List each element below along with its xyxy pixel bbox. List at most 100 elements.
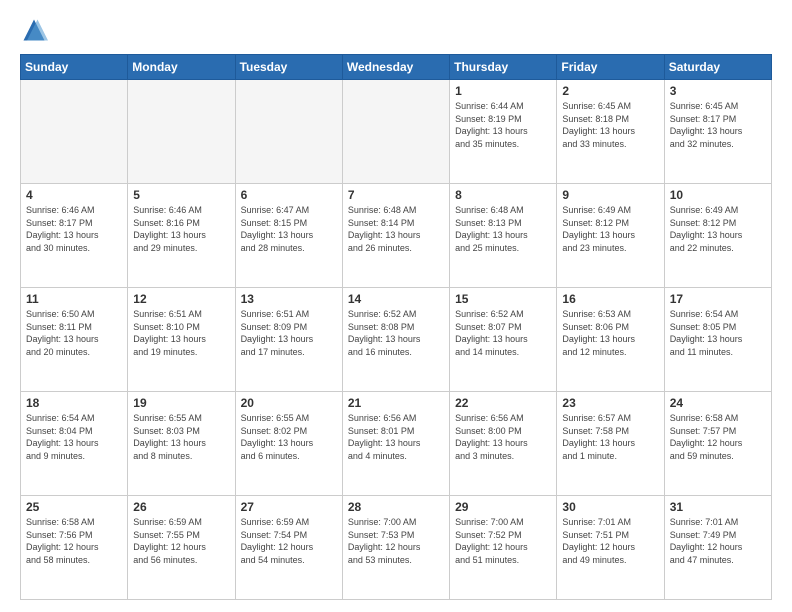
day-cell <box>21 80 128 184</box>
day-info: Sunrise: 6:52 AM Sunset: 8:08 PM Dayligh… <box>348 308 444 358</box>
day-number: 13 <box>241 292 337 306</box>
day-cell: 27 Sunrise: 6:59 AM Sunset: 7:54 PM Dayli… <box>235 496 342 600</box>
day-info: Sunrise: 6:55 AM Sunset: 8:03 PM Dayligh… <box>133 412 229 462</box>
day-number: 18 <box>26 396 122 410</box>
day-info: Sunrise: 6:51 AM Sunset: 8:09 PM Dayligh… <box>241 308 337 358</box>
day-header-sunday: Sunday <box>21 55 128 80</box>
day-info: Sunrise: 7:01 AM Sunset: 7:49 PM Dayligh… <box>670 516 766 566</box>
day-number: 9 <box>562 188 658 202</box>
day-cell: 1 Sunrise: 6:44 AM Sunset: 8:19 PM Daylig… <box>450 80 557 184</box>
calendar-body: 1 Sunrise: 6:44 AM Sunset: 8:19 PM Daylig… <box>21 80 772 600</box>
day-cell: 6Sunrise: 6:47 AM Sunset: 8:15 PM Daylig… <box>235 184 342 288</box>
header <box>20 16 772 44</box>
day-cell: 29Sunrise: 7:00 AM Sunset: 7:52 PM Dayli… <box>450 496 557 600</box>
week-row-5: 25 Sunrise: 6:58 AM Sunset: 7:56 PM Dayli… <box>21 496 772 600</box>
day-info: Sunrise: 6:54 AM Sunset: 8:05 PM Dayligh… <box>670 308 766 358</box>
day-info: Sunrise: 6:45 AM Sunset: 8:18 PM Dayligh… <box>562 100 658 150</box>
day-cell: 16 Sunrise: 6:53 AM Sunset: 8:06 PM Dayli… <box>557 288 664 392</box>
logo-icon <box>20 16 48 44</box>
day-cell: 18 Sunrise: 6:54 AM Sunset: 8:04 PM Dayli… <box>21 392 128 496</box>
day-cell: 23Sunrise: 6:57 AM Sunset: 7:58 PM Dayli… <box>557 392 664 496</box>
day-number: 4 <box>26 188 122 202</box>
day-info: Sunrise: 6:50 AM Sunset: 8:11 PM Dayligh… <box>26 308 122 358</box>
day-number: 7 <box>348 188 444 202</box>
day-cell: 21Sunrise: 6:56 AM Sunset: 8:01 PM Dayli… <box>342 392 449 496</box>
day-number: 12 <box>133 292 229 306</box>
day-number: 11 <box>26 292 122 306</box>
day-number: 22 <box>455 396 551 410</box>
day-number: 25 <box>26 500 122 514</box>
day-cell: 14 Sunrise: 6:52 AM Sunset: 8:08 PM Dayli… <box>342 288 449 392</box>
day-number: 3 <box>670 84 766 98</box>
day-cell: 15Sunrise: 6:52 AM Sunset: 8:07 PM Dayli… <box>450 288 557 392</box>
day-info: Sunrise: 6:58 AM Sunset: 7:56 PM Dayligh… <box>26 516 122 566</box>
day-number: 2 <box>562 84 658 98</box>
day-number: 20 <box>241 396 337 410</box>
day-cell: 3 Sunrise: 6:45 AM Sunset: 8:17 PM Daylig… <box>664 80 771 184</box>
day-number: 19 <box>133 396 229 410</box>
day-cell: 9 Sunrise: 6:49 AM Sunset: 8:12 PM Daylig… <box>557 184 664 288</box>
logo <box>20 16 52 44</box>
day-cell: 8Sunrise: 6:48 AM Sunset: 8:13 PM Daylig… <box>450 184 557 288</box>
week-row-3: 11 Sunrise: 6:50 AM Sunset: 8:11 PM Dayli… <box>21 288 772 392</box>
day-info: Sunrise: 7:00 AM Sunset: 7:52 PM Dayligh… <box>455 516 551 566</box>
day-info: Sunrise: 6:44 AM Sunset: 8:19 PM Dayligh… <box>455 100 551 150</box>
day-cell: 7 Sunrise: 6:48 AM Sunset: 8:14 PM Daylig… <box>342 184 449 288</box>
day-number: 24 <box>670 396 766 410</box>
week-row-4: 18 Sunrise: 6:54 AM Sunset: 8:04 PM Dayli… <box>21 392 772 496</box>
day-number: 6 <box>241 188 337 202</box>
day-number: 10 <box>670 188 766 202</box>
day-number: 27 <box>241 500 337 514</box>
day-info: Sunrise: 6:52 AM Sunset: 8:07 PM Dayligh… <box>455 308 551 358</box>
day-cell: 12 Sunrise: 6:51 AM Sunset: 8:10 PM Dayli… <box>128 288 235 392</box>
day-number: 31 <box>670 500 766 514</box>
day-number: 14 <box>348 292 444 306</box>
day-number: 5 <box>133 188 229 202</box>
day-info: Sunrise: 6:56 AM Sunset: 8:01 PM Dayligh… <box>348 412 444 462</box>
day-info: Sunrise: 6:54 AM Sunset: 8:04 PM Dayligh… <box>26 412 122 462</box>
day-cell: 11 Sunrise: 6:50 AM Sunset: 8:11 PM Dayli… <box>21 288 128 392</box>
day-cell: 19 Sunrise: 6:55 AM Sunset: 8:03 PM Dayli… <box>128 392 235 496</box>
day-number: 16 <box>562 292 658 306</box>
week-row-1: 1 Sunrise: 6:44 AM Sunset: 8:19 PM Daylig… <box>21 80 772 184</box>
day-number: 28 <box>348 500 444 514</box>
day-header-monday: Monday <box>128 55 235 80</box>
day-cell <box>235 80 342 184</box>
day-cell: 4 Sunrise: 6:46 AM Sunset: 8:17 PM Daylig… <box>21 184 128 288</box>
day-info: Sunrise: 6:55 AM Sunset: 8:02 PM Dayligh… <box>241 412 337 462</box>
calendar-table: SundayMondayTuesdayWednesdayThursdayFrid… <box>20 54 772 600</box>
day-number: 23 <box>562 396 658 410</box>
day-info: Sunrise: 6:58 AM Sunset: 7:57 PM Dayligh… <box>670 412 766 462</box>
week-row-2: 4 Sunrise: 6:46 AM Sunset: 8:17 PM Daylig… <box>21 184 772 288</box>
day-info: Sunrise: 6:53 AM Sunset: 8:06 PM Dayligh… <box>562 308 658 358</box>
day-info: Sunrise: 6:59 AM Sunset: 7:55 PM Dayligh… <box>133 516 229 566</box>
day-header-saturday: Saturday <box>664 55 771 80</box>
day-header-thursday: Thursday <box>450 55 557 80</box>
day-number: 26 <box>133 500 229 514</box>
day-info: Sunrise: 6:49 AM Sunset: 8:12 PM Dayligh… <box>670 204 766 254</box>
day-cell: 30Sunrise: 7:01 AM Sunset: 7:51 PM Dayli… <box>557 496 664 600</box>
day-info: Sunrise: 6:59 AM Sunset: 7:54 PM Dayligh… <box>241 516 337 566</box>
day-cell: 26 Sunrise: 6:59 AM Sunset: 7:55 PM Dayli… <box>128 496 235 600</box>
day-cell: 20 Sunrise: 6:55 AM Sunset: 8:02 PM Dayli… <box>235 392 342 496</box>
day-info: Sunrise: 6:51 AM Sunset: 8:10 PM Dayligh… <box>133 308 229 358</box>
header-row: SundayMondayTuesdayWednesdayThursdayFrid… <box>21 55 772 80</box>
day-info: Sunrise: 7:00 AM Sunset: 7:53 PM Dayligh… <box>348 516 444 566</box>
day-info: Sunrise: 6:46 AM Sunset: 8:17 PM Dayligh… <box>26 204 122 254</box>
day-info: Sunrise: 6:46 AM Sunset: 8:16 PM Dayligh… <box>133 204 229 254</box>
day-info: Sunrise: 6:45 AM Sunset: 8:17 PM Dayligh… <box>670 100 766 150</box>
day-info: Sunrise: 6:48 AM Sunset: 8:13 PM Dayligh… <box>455 204 551 254</box>
day-header-wednesday: Wednesday <box>342 55 449 80</box>
day-number: 1 <box>455 84 551 98</box>
day-number: 17 <box>670 292 766 306</box>
day-info: Sunrise: 6:49 AM Sunset: 8:12 PM Dayligh… <box>562 204 658 254</box>
day-info: Sunrise: 6:56 AM Sunset: 8:00 PM Dayligh… <box>455 412 551 462</box>
day-cell: 5 Sunrise: 6:46 AM Sunset: 8:16 PM Daylig… <box>128 184 235 288</box>
day-cell: 17 Sunrise: 6:54 AM Sunset: 8:05 PM Dayli… <box>664 288 771 392</box>
day-header-friday: Friday <box>557 55 664 80</box>
page: SundayMondayTuesdayWednesdayThursdayFrid… <box>0 0 792 612</box>
day-cell: 10 Sunrise: 6:49 AM Sunset: 8:12 PM Dayli… <box>664 184 771 288</box>
day-cell: 22 Sunrise: 6:56 AM Sunset: 8:00 PM Dayli… <box>450 392 557 496</box>
day-number: 30 <box>562 500 658 514</box>
day-info: Sunrise: 6:48 AM Sunset: 8:14 PM Dayligh… <box>348 204 444 254</box>
